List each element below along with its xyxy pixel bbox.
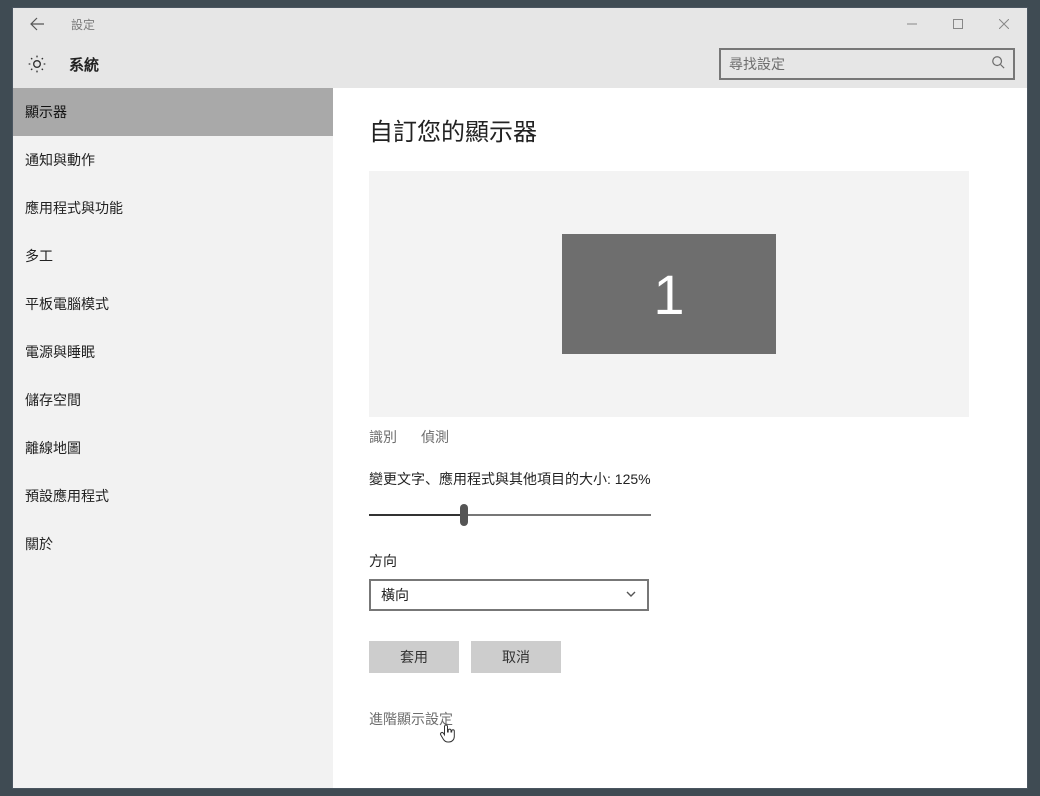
search-input[interactable]: [729, 56, 991, 72]
sidebar-item-label: 應用程式與功能: [25, 198, 123, 218]
sidebar-item-multitasking[interactable]: 多工: [13, 232, 333, 280]
minimize-icon: [907, 19, 917, 29]
sidebar-item-label: 電源與睡眠: [25, 342, 95, 362]
sidebar-item-label: 平板電腦模式: [25, 294, 109, 314]
orientation-label: 方向: [369, 551, 991, 571]
window-title: 設定: [71, 16, 95, 33]
slider-thumb[interactable]: [460, 504, 468, 526]
minimize-button[interactable]: [889, 8, 935, 40]
display-preview[interactable]: 1: [369, 171, 969, 417]
window-controls: [889, 8, 1027, 40]
settings-gear-icon[interactable]: [25, 52, 49, 76]
sidebar-item-storage[interactable]: 儲存空間: [13, 376, 333, 424]
sidebar-item-label: 通知與動作: [25, 150, 95, 170]
scale-label: 變更文字、應用程式與其他項目的大小: 125%: [369, 469, 991, 489]
back-button[interactable]: [21, 8, 53, 40]
cancel-label: 取消: [502, 647, 530, 667]
orientation-value: 橫向: [381, 585, 409, 605]
header-row: 系統: [13, 40, 1027, 88]
sidebar-item-notifications[interactable]: 通知與動作: [13, 136, 333, 184]
sidebar-item-apps-features[interactable]: 應用程式與功能: [13, 184, 333, 232]
page-heading: 自訂您的顯示器: [369, 112, 991, 147]
back-arrow-icon: [29, 16, 45, 32]
display-tile-1[interactable]: 1: [562, 234, 776, 354]
display-action-row: 識別 偵測: [369, 427, 991, 447]
search-box[interactable]: [719, 48, 1015, 80]
display-number: 1: [653, 262, 684, 327]
body: 顯示器 通知與動作 應用程式與功能 多工 平板電腦模式 電源與睡眠 儲存空間 離…: [13, 88, 1027, 788]
sidebar-item-display[interactable]: 顯示器: [13, 88, 333, 136]
cancel-button[interactable]: 取消: [471, 641, 561, 673]
identify-link[interactable]: 識別: [369, 427, 397, 447]
sidebar-item-label: 儲存空間: [25, 390, 81, 410]
sidebar-item-default-apps[interactable]: 預設應用程式: [13, 472, 333, 520]
slider-track: [369, 514, 651, 516]
scale-slider[interactable]: [369, 503, 651, 527]
close-button[interactable]: [981, 8, 1027, 40]
scale-label-prefix: 變更文字、應用程式與其他項目的大小:: [369, 471, 615, 487]
orientation-dropdown[interactable]: 橫向: [369, 579, 649, 611]
sidebar-item-label: 多工: [25, 246, 53, 266]
apply-button[interactable]: 套用: [369, 641, 459, 673]
detect-link[interactable]: 偵測: [421, 427, 449, 447]
apply-label: 套用: [400, 647, 428, 667]
sidebar-item-label: 顯示器: [25, 102, 67, 122]
gear-icon: [27, 54, 47, 74]
titlebar: 設定: [13, 8, 1027, 40]
maximize-icon: [953, 19, 963, 29]
settings-window: 設定 系統: [12, 7, 1028, 789]
maximize-button[interactable]: [935, 8, 981, 40]
search-icon: [991, 55, 1005, 74]
sidebar-item-power-sleep[interactable]: 電源與睡眠: [13, 328, 333, 376]
content-area: 自訂您的顯示器 1 識別 偵測 變更文字、應用程式與其他項目的大小: 125% …: [333, 88, 1027, 788]
sidebar-item-label: 預設應用程式: [25, 486, 109, 506]
section-title: 系統: [69, 54, 99, 75]
sidebar: 顯示器 通知與動作 應用程式與功能 多工 平板電腦模式 電源與睡眠 儲存空間 離…: [13, 88, 333, 788]
scale-value: 125%: [615, 471, 651, 487]
button-row: 套用 取消: [369, 641, 991, 673]
hand-cursor-icon: [439, 723, 457, 748]
sidebar-item-label: 離線地圖: [25, 438, 81, 458]
advanced-display-link[interactable]: 進階顯示設定: [369, 709, 991, 729]
sidebar-item-label: 關於: [25, 534, 53, 554]
sidebar-item-offline-maps[interactable]: 離線地圖: [13, 424, 333, 472]
sidebar-item-tablet-mode[interactable]: 平板電腦模式: [13, 280, 333, 328]
chevron-down-icon: [625, 587, 637, 603]
close-icon: [999, 19, 1009, 29]
sidebar-item-about[interactable]: 關於: [13, 520, 333, 568]
